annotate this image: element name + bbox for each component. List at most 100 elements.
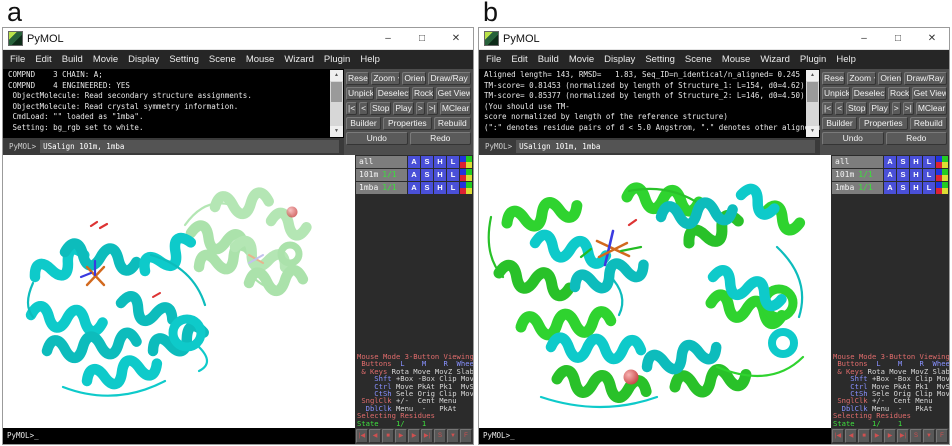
menu-item-file[interactable]: File [481,50,506,69]
scroll-down-icon[interactable]: ▼ [806,126,819,137]
window-titlebar[interactable]: PyMOL–□✕ [3,28,473,50]
object-name[interactable]: all [832,156,883,168]
movie-s-button[interactable]: S [434,429,446,443]
object-name[interactable]: 1mba1/1 [356,182,407,194]
menu-item-plugin[interactable]: Plugin [795,50,831,69]
action-button-h[interactable]: H [434,156,446,168]
menu-item-display[interactable]: Display [599,50,640,69]
maximize-button[interactable]: □ [881,28,915,49]
get-view-button[interactable]: Get View [912,87,947,100]
maximize-button[interactable]: □ [405,28,439,49]
viewport-3d[interactable] [3,155,355,428]
mclear-button[interactable]: MClear [440,102,471,115]
orient-button[interactable]: Orient [878,72,902,85]
stop-button[interactable]: Stop [846,102,867,115]
movie-play-button[interactable]: ▶ [871,429,883,443]
menu-item-wizard[interactable]: Wizard [755,50,795,69]
menu-item-help[interactable]: Help [831,50,861,69]
action-button-s[interactable]: S [421,156,433,168]
frame-last-button[interactable]: >| [427,102,438,115]
window-titlebar[interactable]: PyMOL–□✕ [479,28,949,50]
menu-item-scene[interactable]: Scene [680,50,717,69]
menu-item-movie[interactable]: Movie [564,50,599,69]
builder-button[interactable]: Builder [822,117,857,130]
action-button-s[interactable]: S [897,182,909,194]
movie-stop-button[interactable]: ■ [858,429,870,443]
properties-button[interactable]: Properties [383,117,432,130]
action-button-l[interactable]: L [447,156,459,168]
zoom-dropdown-button[interactable]: Zoom▼ [371,72,400,85]
viewport-3d[interactable] [479,155,831,428]
action-button-a[interactable]: A [884,182,896,194]
menu-item-mouse[interactable]: Mouse [717,50,756,69]
menu-item-setting[interactable]: Setting [164,50,204,69]
action-button-h[interactable]: H [434,169,446,181]
redo-button[interactable]: Redo [410,132,472,145]
action-button-l[interactable]: L [923,182,935,194]
frame-prev-button[interactable]: < [835,102,844,115]
menu-item-display[interactable]: Display [123,50,164,69]
action-button-a[interactable]: A [408,182,420,194]
action-button-s[interactable]: S [421,182,433,194]
movie-rewind-button[interactable]: |◀ [356,429,368,443]
action-button-a[interactable]: A [408,169,420,181]
action-button-h[interactable]: H [434,182,446,194]
color-menu-button[interactable] [936,169,948,181]
action-button-l[interactable]: L [923,169,935,181]
action-button-a[interactable]: A [884,156,896,168]
action-button-l[interactable]: L [447,169,459,181]
action-button-s[interactable]: S [421,169,433,181]
command-input[interactable] [516,140,815,153]
movie-menu-button[interactable]: ▼ [447,429,459,443]
menu-item-wizard[interactable]: Wizard [279,50,319,69]
action-button-l[interactable]: L [447,182,459,194]
menu-item-scene[interactable]: Scene [204,50,241,69]
deselect-button[interactable]: Deselect [376,87,410,100]
redo-button[interactable]: Redo [886,132,948,145]
color-menu-button[interactable] [460,169,472,181]
frame-last-button[interactable]: >| [903,102,914,115]
movie-rewind-button[interactable]: |◀ [832,429,844,443]
get-view-button[interactable]: Get View [436,87,471,100]
mclear-button[interactable]: MClear [916,102,947,115]
movie-forward-button[interactable]: ▶ [408,429,420,443]
object-name[interactable]: 1mba1/1 [832,182,883,194]
unpick-button[interactable]: Unpick [822,87,850,100]
color-menu-button[interactable] [936,182,948,194]
minimize-button[interactable]: – [371,28,405,49]
action-button-h[interactable]: H [910,182,922,194]
properties-button[interactable]: Properties [859,117,908,130]
reset-button[interactable]: Reset [822,72,845,85]
rock-button[interactable]: Rock [888,87,910,100]
action-button-s[interactable]: S [897,169,909,181]
movie-back-button[interactable]: ◀ [369,429,381,443]
zoom-dropdown-button[interactable]: Zoom▼ [847,72,876,85]
movie-s-button[interactable]: S [910,429,922,443]
stop-button[interactable]: Stop [370,102,391,115]
play-button[interactable]: Play [869,102,889,115]
close-button[interactable]: ✕ [915,28,949,49]
builder-button[interactable]: Builder [346,117,381,130]
movie-forward-button[interactable]: ▶ [884,429,896,443]
menu-item-setting[interactable]: Setting [640,50,680,69]
scroll-thumb[interactable] [331,82,342,102]
close-button[interactable]: ✕ [439,28,473,49]
menu-item-build[interactable]: Build [57,50,88,69]
reset-button[interactable]: Reset [346,72,369,85]
movie-end-button[interactable]: ▶| [421,429,433,443]
scroll-down-icon[interactable]: ▼ [330,126,343,137]
movie-f-button[interactable]: F [460,429,472,443]
undo-button[interactable]: Undo [346,132,408,145]
menu-item-edit[interactable]: Edit [506,50,532,69]
console-scrollbar[interactable]: ▲▼ [806,70,819,137]
action-button-h[interactable]: H [910,169,922,181]
frame-next-button[interactable]: > [416,102,425,115]
action-button-s[interactable]: S [897,156,909,168]
menu-item-help[interactable]: Help [355,50,385,69]
frame-first-button[interactable]: |< [822,102,833,115]
unpick-button[interactable]: Unpick [346,87,374,100]
menu-item-mouse[interactable]: Mouse [241,50,280,69]
frame-next-button[interactable]: > [892,102,901,115]
object-name[interactable]: 101m1/1 [832,169,883,181]
rock-button[interactable]: Rock [412,87,434,100]
